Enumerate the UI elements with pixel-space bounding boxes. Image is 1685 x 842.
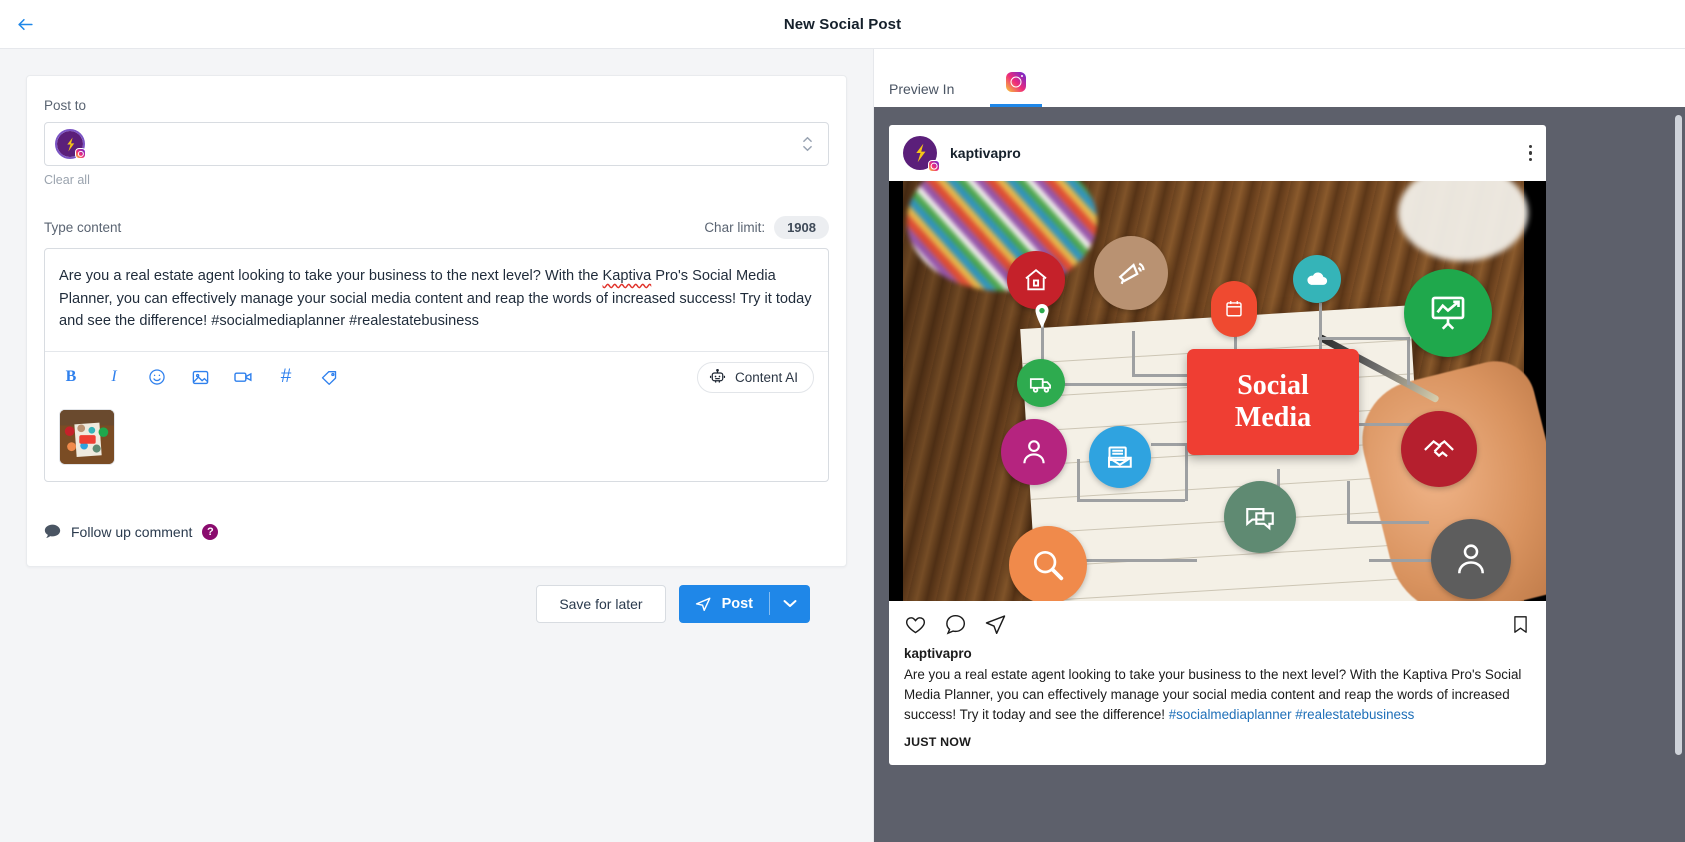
cloud-icon <box>1293 255 1341 303</box>
tag-icon[interactable] <box>317 365 341 389</box>
emoji-icon[interactable] <box>145 365 169 389</box>
preview-tab-bar: Preview In <box>874 49 1685 107</box>
preview-panel: Preview In kaptivapro Social Media kapti… <box>873 49 1685 842</box>
content-text-before: Are you a real estate agent looking to t… <box>59 268 603 284</box>
robot-icon <box>709 368 726 386</box>
tab-instagram[interactable] <box>990 71 1043 107</box>
preview-scrollbar[interactable] <box>1675 115 1682 755</box>
instagram-username: kaptivapro <box>950 145 1021 161</box>
action-bar: Save for later Post <box>26 567 847 623</box>
arrow-left-icon <box>16 15 35 34</box>
content-editor[interactable]: Are you a real estate agent looking to t… <box>44 248 829 482</box>
location-pin-icon <box>1029 301 1055 331</box>
search-icon <box>1009 526 1087 601</box>
type-content-header: Type content Char limit: 1908 <box>44 216 829 239</box>
misspelled-word: Kaptiva <box>602 268 652 284</box>
post-dropdown-button[interactable] <box>770 599 810 608</box>
help-badge-icon[interactable]: ? <box>202 523 219 540</box>
chart-board-icon <box>1404 269 1492 357</box>
top-bar: New Social Post <box>0 0 1685 49</box>
back-button[interactable] <box>8 7 42 41</box>
avatar-icon <box>1431 519 1511 599</box>
instagram-icon <box>1006 71 1027 92</box>
center-label-line1: Social <box>1237 370 1309 401</box>
page-title: New Social Post <box>783 15 902 33</box>
instagram-post-header: kaptivapro <box>889 125 1546 181</box>
like-icon[interactable] <box>904 613 927 636</box>
avatar <box>903 136 940 172</box>
person-icon <box>1001 419 1067 485</box>
instagram-post-image: Social Media <box>889 181 1546 601</box>
kebab-menu-icon[interactable] <box>1528 144 1532 162</box>
editor-toolbar: B I # Content AI <box>45 350 828 397</box>
post-to-label: Post to <box>44 98 87 113</box>
select-chevrons-icon <box>803 136 812 152</box>
chat-icon <box>1224 481 1296 553</box>
center-label-line2: Media <box>1234 402 1312 433</box>
calendar-icon <box>1211 281 1257 337</box>
preview-stage: kaptivapro Social Media kaptivapro Are y… <box>874 107 1685 842</box>
speech-bubble-icon <box>44 524 61 539</box>
post-button-group: Post <box>678 584 810 623</box>
instagram-caption: kaptivapro Are you a real estate agent lo… <box>889 640 1546 725</box>
megaphone-icon <box>1094 236 1168 310</box>
post-to-select[interactable] <box>44 122 829 166</box>
send-icon <box>694 595 712 613</box>
post-timestamp: JUST NOW <box>904 735 971 749</box>
content-ai-label: Content AI <box>734 369 798 385</box>
share-icon[interactable] <box>984 613 1007 636</box>
char-limit-label: Char limit: <box>704 220 766 235</box>
chevron-down-icon <box>783 599 797 608</box>
save-for-later-button[interactable]: Save for later <box>536 584 666 623</box>
preview-in-label: Preview In <box>889 81 955 97</box>
image-icon[interactable] <box>188 365 212 389</box>
attachment-thumbnail[interactable] <box>59 408 115 465</box>
email-icon <box>1089 426 1151 488</box>
bold-icon[interactable]: B <box>59 365 83 389</box>
social-media-center-label: Social Media <box>1187 349 1359 455</box>
social-media-mindmap: Social Media <box>889 181 1546 601</box>
caption-username: kaptivapro <box>904 646 972 661</box>
composer-card: Post to Clear all Type content Char limi… <box>26 75 847 567</box>
content-text-area[interactable]: Are you a real estate agent looking to t… <box>45 249 828 351</box>
instagram-action-row <box>889 601 1546 640</box>
preview-column: Preview In kaptivapro Social Media kapti… <box>873 49 1685 842</box>
follow-up-label: Follow up comment <box>71 523 193 540</box>
post-button[interactable]: Post <box>679 595 769 613</box>
italic-icon[interactable]: I <box>102 365 126 389</box>
comment-icon[interactable] <box>944 613 967 636</box>
follow-up-comment-toggle[interactable]: Follow up comment ? <box>44 523 829 546</box>
instagram-post-card: kaptivapro Social Media kaptivapro Are y… <box>889 125 1546 765</box>
char-limit-value: 1908 <box>774 216 829 239</box>
hashtag-icon[interactable]: # <box>274 365 298 389</box>
composer-column: Post to Clear all Type content Char limi… <box>0 49 873 842</box>
video-icon[interactable] <box>231 365 255 389</box>
content-ai-button[interactable]: Content AI <box>696 361 814 393</box>
truck-icon <box>1017 359 1065 407</box>
post-button-label: Post <box>721 595 753 612</box>
clear-all-button[interactable]: Clear all <box>44 173 829 187</box>
handshake-icon <box>1401 411 1477 487</box>
caption-hashtags[interactable]: #socialmediaplanner #realestatebusiness <box>1169 707 1415 722</box>
type-content-label: Type content <box>44 220 122 235</box>
house-icon <box>1007 251 1065 309</box>
kaptiva-avatar-instagram <box>55 129 86 159</box>
bookmark-icon[interactable] <box>1510 614 1531 635</box>
attachment-row <box>45 397 828 481</box>
